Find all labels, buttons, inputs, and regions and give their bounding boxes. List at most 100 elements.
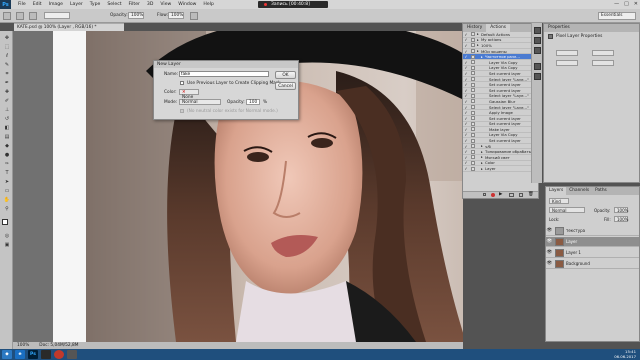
check-icon[interactable]: ✓ <box>463 99 469 104</box>
play-icon[interactable]: ▶ <box>499 192 502 197</box>
menu-3d[interactable]: 3D <box>147 2 153 7</box>
new-set-icon[interactable] <box>509 193 514 197</box>
screen-mode-icon[interactable]: ▣ <box>3 242 11 248</box>
clone-stamp-tool-icon[interactable]: ⊥ <box>3 107 11 113</box>
eraser-tool-icon[interactable]: ◧ <box>3 125 11 131</box>
menu-type[interactable]: Type <box>90 2 101 7</box>
layer-row[interactable]: 👁 текстура <box>546 226 639 236</box>
fill-field[interactable]: 100% <box>614 216 628 222</box>
history-brush-tool-icon[interactable]: ↺ <box>3 116 11 122</box>
blur-tool-icon[interactable]: ◆ <box>3 143 11 149</box>
maximize-icon[interactable]: □ <box>624 1 629 7</box>
stop-icon[interactable] <box>483 193 486 196</box>
mode-select[interactable]: Normal <box>179 99 221 105</box>
check-icon[interactable]: ✓ <box>463 149 469 154</box>
eye-icon[interactable]: 👁 <box>546 239 553 244</box>
healing-brush-tool-icon[interactable]: ✚ <box>3 89 11 95</box>
new-action-icon[interactable] <box>519 193 523 197</box>
flow-field[interactable]: 100% <box>168 12 184 19</box>
dialog-toggle-icon[interactable] <box>471 71 475 76</box>
check-icon[interactable]: ✓ <box>463 54 469 59</box>
layer-name-input[interactable] <box>179 71 269 77</box>
layers-opacity-field[interactable]: 100% <box>614 207 628 213</box>
check-icon[interactable]: ✓ <box>463 144 469 149</box>
menu-filter[interactable]: Filter <box>129 2 140 7</box>
menu-window[interactable]: Window <box>178 2 196 7</box>
check-icon[interactable]: ✓ <box>463 161 469 166</box>
check-icon[interactable]: ✓ <box>463 66 469 71</box>
check-icon[interactable]: ✓ <box>463 166 469 171</box>
zoom-level[interactable]: 100% <box>17 343 29 348</box>
color-select[interactable]: ✕ None <box>179 89 199 100</box>
tab-layers[interactable]: Layers <box>546 187 567 195</box>
dialog-toggle-icon[interactable] <box>471 144 475 149</box>
opacity-field[interactable]: 100 <box>246 99 260 105</box>
menu-edit[interactable]: Edit <box>33 2 42 7</box>
action-row[interactable]: ✓ ▸ Layer <box>463 166 538 172</box>
dialog-toggle-icon[interactable] <box>471 155 475 160</box>
zoom-tool-icon[interactable]: ⚲ <box>3 206 11 212</box>
check-icon[interactable]: ✓ <box>463 77 469 82</box>
dodge-tool-icon[interactable]: ● <box>3 152 11 158</box>
dialog-toggle-icon[interactable] <box>471 88 475 93</box>
shape-tool-icon[interactable]: ▭ <box>3 188 11 194</box>
eye-icon[interactable]: 👁 <box>546 250 553 255</box>
menu-layer[interactable]: Layer <box>70 2 83 7</box>
photoshop-taskbar-icon[interactable]: Ps <box>28 350 38 359</box>
eye-icon[interactable]: 👁 <box>546 261 553 266</box>
menu-image[interactable]: Image <box>49 2 63 7</box>
brush-size-icon[interactable] <box>16 12 24 20</box>
record-icon[interactable] <box>491 193 495 197</box>
dialog-toggle-icon[interactable] <box>471 37 475 42</box>
foreground-color-swatch[interactable] <box>2 219 8 225</box>
marquee-tool-icon[interactable]: ⬚ <box>3 44 11 50</box>
quick-mask-icon[interactable]: ◎ <box>3 233 11 239</box>
dialog-toggle-icon[interactable] <box>471 43 475 48</box>
x-field[interactable] <box>556 60 578 66</box>
ie-taskbar-icon[interactable]: e <box>15 350 25 359</box>
check-icon[interactable]: ✓ <box>463 110 469 115</box>
check-icon[interactable]: ✓ <box>463 49 469 54</box>
dialog-toggle-icon[interactable] <box>471 77 475 82</box>
check-icon[interactable]: ✓ <box>463 155 469 160</box>
check-icon[interactable]: ✓ <box>463 71 469 76</box>
dialog-toggle-icon[interactable] <box>471 132 475 137</box>
eye-icon[interactable]: 👁 <box>546 228 553 233</box>
check-icon[interactable]: ✓ <box>463 127 469 132</box>
move-tool-icon[interactable]: ✥ <box>3 35 11 41</box>
tool-preset-icon[interactable] <box>3 12 11 20</box>
menu-select[interactable]: Select <box>107 2 121 7</box>
mode-select[interactable] <box>44 12 70 19</box>
start-button[interactable]: ◆ <box>2 350 12 359</box>
dialog-toggle-icon[interactable] <box>471 49 475 54</box>
close-icon[interactable]: ✕ <box>634 1 638 7</box>
dialog-toggle-icon[interactable] <box>471 65 475 70</box>
layer-row[interactable]: 👁 Background <box>546 259 639 269</box>
crop-tool-icon[interactable]: ⌗ <box>3 71 11 77</box>
type-tool-icon[interactable]: T <box>3 170 11 176</box>
menu-view[interactable]: View <box>160 2 171 7</box>
document-tab[interactable]: KATE.psd @ 100% (Layer , RGB/16) * <box>14 23 124 31</box>
dialog-toggle-icon[interactable] <box>471 121 475 126</box>
opacity-field[interactable]: 100% <box>128 12 144 19</box>
check-icon[interactable]: ✓ <box>463 94 469 99</box>
menu-file[interactable]: File <box>18 2 26 7</box>
clipping-mask-checkbox[interactable] <box>180 81 184 85</box>
tab-channels[interactable]: Channels <box>566 187 592 195</box>
check-icon[interactable]: ✓ <box>463 32 469 37</box>
app-taskbar-icon[interactable] <box>41 350 51 359</box>
clock[interactable]: 15:41 06.06.2017 <box>614 349 636 360</box>
tab-actions[interactable]: Actions <box>486 24 510 32</box>
lasso-tool-icon[interactable]: ℓ <box>3 53 11 59</box>
styles-dock-icon[interactable] <box>534 73 541 80</box>
swatches-dock-icon[interactable] <box>534 47 541 54</box>
minimize-icon[interactable]: — <box>614 1 619 7</box>
blend-mode-select[interactable]: Normal <box>549 207 585 213</box>
dialog-toggle-icon[interactable] <box>471 127 475 132</box>
check-icon[interactable]: ✓ <box>463 105 469 110</box>
neutral-color-checkbox[interactable] <box>180 109 184 113</box>
path-selection-tool-icon[interactable]: ➤ <box>3 179 11 185</box>
dialog-toggle-icon[interactable] <box>471 99 475 104</box>
dialog-toggle-icon[interactable] <box>471 60 475 65</box>
tab-history[interactable]: History <box>463 24 486 32</box>
